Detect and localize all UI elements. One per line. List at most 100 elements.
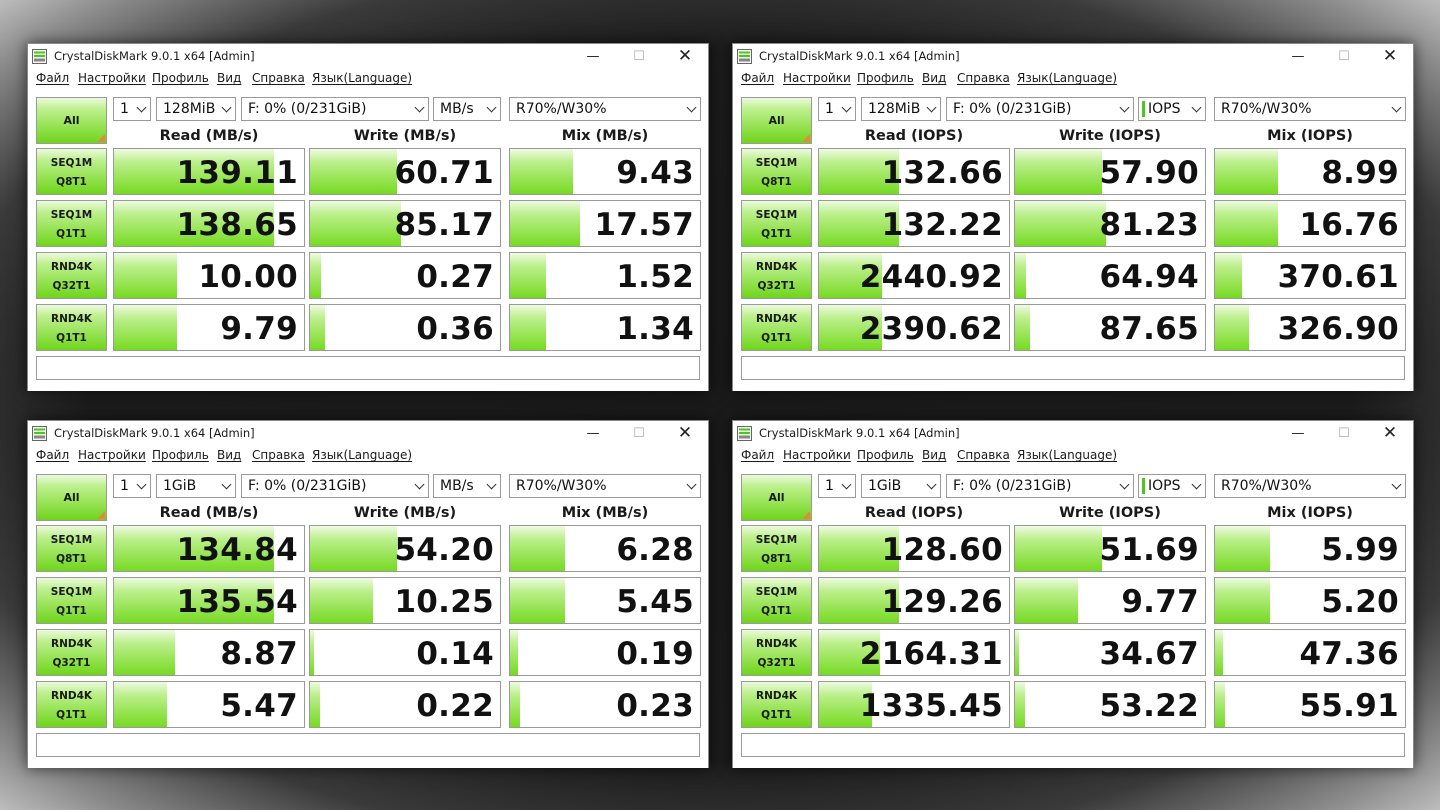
result-value: 1.52: [616, 259, 694, 295]
read-result-cell: 134.84: [113, 525, 305, 572]
minimize-button[interactable]: —: [570, 44, 616, 69]
menu-view[interactable]: Вид: [922, 71, 946, 85]
test-button[interactable]: RND4K Q1T1: [741, 304, 812, 351]
test-button[interactable]: RND4K Q32T1: [741, 252, 812, 299]
title-bar[interactable]: CrystalDiskMark 9.0.1 x64 [Admin] — ☐ ✕: [733, 421, 1413, 446]
test-count-select[interactable]: 1: [113, 97, 151, 121]
mix-ratio-select[interactable]: R70%/W30%: [1214, 97, 1406, 121]
menu-language[interactable]: Язык(Language): [312, 448, 412, 462]
crystaldiskmark-window: CrystalDiskMark 9.0.1 x64 [Admin] — ☐ ✕ Файл…: [27, 43, 709, 391]
test-count-select-value: 1: [825, 478, 834, 494]
menu-profile[interactable]: Профиль: [152, 71, 209, 85]
comment-input[interactable]: [36, 356, 700, 380]
menu-file[interactable]: Файл: [36, 448, 69, 462]
menu-profile[interactable]: Профиль: [857, 71, 914, 85]
menu-file[interactable]: Файл: [36, 71, 69, 85]
read-result-cell: 5.47: [113, 681, 305, 728]
menu-settings[interactable]: Настройки: [78, 71, 146, 85]
unit-select[interactable]: IOPS: [1138, 474, 1206, 498]
menu-view[interactable]: Вид: [217, 448, 241, 462]
drive-select[interactable]: F: 0% (0/231GiB): [241, 474, 429, 498]
menu-file[interactable]: Файл: [741, 71, 774, 85]
test-queue: Q1T1: [56, 332, 87, 344]
test-size-select[interactable]: 1GiB: [156, 474, 236, 498]
mix-ratio-select[interactable]: R70%/W30%: [1214, 474, 1406, 498]
menu-view[interactable]: Вид: [217, 71, 241, 85]
maximize-button[interactable]: ☐: [616, 421, 662, 446]
read-result-cell: 9.79: [113, 304, 305, 351]
maximize-button[interactable]: ☐: [1321, 421, 1367, 446]
menu-help[interactable]: Справка: [957, 71, 1010, 85]
comment-input[interactable]: [741, 356, 1405, 380]
unit-select[interactable]: IOPS: [1138, 97, 1206, 121]
test-count-select[interactable]: 1: [113, 474, 151, 498]
test-button[interactable]: RND4K Q32T1: [36, 629, 107, 676]
test-button[interactable]: SEQ1M Q1T1: [741, 577, 812, 624]
close-button[interactable]: ✕: [1367, 421, 1413, 446]
menu-language[interactable]: Язык(Language): [1017, 71, 1117, 85]
title-bar[interactable]: CrystalDiskMark 9.0.1 x64 [Admin] — ☐ ✕: [28, 44, 708, 69]
menu-help[interactable]: Справка: [252, 71, 305, 85]
menu-settings[interactable]: Настройки: [78, 448, 146, 462]
test-button[interactable]: SEQ1M Q8T1: [741, 148, 812, 195]
chevron-down-icon: [1119, 102, 1130, 113]
unit-select[interactable]: MB/s: [433, 474, 501, 498]
close-button[interactable]: ✕: [662, 44, 708, 69]
menu-view[interactable]: Вид: [922, 448, 946, 462]
test-button[interactable]: SEQ1M Q1T1: [36, 200, 107, 247]
test-button[interactable]: RND4K Q1T1: [741, 681, 812, 728]
all-tests-button[interactable]: All: [741, 474, 812, 521]
minimize-button[interactable]: —: [570, 421, 616, 446]
menu-settings[interactable]: Настройки: [783, 71, 851, 85]
menu-help[interactable]: Справка: [957, 448, 1010, 462]
test-size-select[interactable]: 128MiB: [156, 97, 236, 121]
drive-select[interactable]: F: 0% (0/231GiB): [946, 474, 1134, 498]
unit-select[interactable]: MB/s: [433, 97, 501, 121]
test-count-select[interactable]: 1: [818, 474, 856, 498]
close-button[interactable]: ✕: [662, 421, 708, 446]
minimize-button[interactable]: —: [1275, 421, 1321, 446]
all-tests-button[interactable]: All: [741, 97, 812, 144]
result-value: 0.27: [416, 259, 494, 295]
test-size-select[interactable]: 128MiB: [861, 97, 941, 121]
drive-select[interactable]: F: 0% (0/231GiB): [241, 97, 429, 121]
test-button[interactable]: RND4K Q1T1: [36, 304, 107, 351]
all-tests-button[interactable]: All: [36, 474, 107, 521]
test-button[interactable]: SEQ1M Q8T1: [36, 148, 107, 195]
result-bar: [310, 682, 320, 727]
test-button[interactable]: SEQ1M Q8T1: [36, 525, 107, 572]
title-bar[interactable]: CrystalDiskMark 9.0.1 x64 [Admin] — ☐ ✕: [28, 421, 708, 446]
test-button[interactable]: RND4K Q1T1: [36, 681, 107, 728]
drive-select[interactable]: F: 0% (0/231GiB): [946, 97, 1134, 121]
all-tests-button[interactable]: All: [36, 97, 107, 144]
test-button[interactable]: SEQ1M Q1T1: [741, 200, 812, 247]
test-button[interactable]: SEQ1M Q8T1: [741, 525, 812, 572]
maximize-button[interactable]: ☐: [1321, 44, 1367, 69]
crystaldiskmark-window: CrystalDiskMark 9.0.1 x64 [Admin] — ☐ ✕ Файл…: [732, 43, 1414, 391]
menu-language[interactable]: Язык(Language): [1017, 448, 1117, 462]
menu-profile[interactable]: Профиль: [857, 448, 914, 462]
test-button[interactable]: RND4K Q32T1: [36, 252, 107, 299]
maximize-button[interactable]: ☐: [616, 44, 662, 69]
title-bar[interactable]: CrystalDiskMark 9.0.1 x64 [Admin] — ☐ ✕: [733, 44, 1413, 69]
mix-ratio-select[interactable]: R70%/W30%: [509, 474, 701, 498]
menu-language[interactable]: Язык(Language): [312, 71, 412, 85]
close-button[interactable]: ✕: [1367, 44, 1413, 69]
menu-help[interactable]: Справка: [252, 448, 305, 462]
menu-file[interactable]: Файл: [741, 448, 774, 462]
result-value: 5.99: [1321, 532, 1399, 568]
comment-input[interactable]: [741, 733, 1405, 757]
comment-input[interactable]: [36, 733, 700, 757]
test-button[interactable]: SEQ1M Q1T1: [36, 577, 107, 624]
mix-ratio-select[interactable]: R70%/W30%: [509, 97, 701, 121]
menu-settings[interactable]: Настройки: [783, 448, 851, 462]
test-button[interactable]: RND4K Q32T1: [741, 629, 812, 676]
result-value: 55.91: [1299, 688, 1399, 724]
test-size-select[interactable]: 1GiB: [861, 474, 941, 498]
minimize-button[interactable]: —: [1275, 44, 1321, 69]
test-count-select[interactable]: 1: [818, 97, 856, 121]
menu-profile[interactable]: Профиль: [152, 448, 209, 462]
window-title: CrystalDiskMark 9.0.1 x64 [Admin]: [759, 49, 960, 63]
unit-select-value: IOPS: [1148, 478, 1181, 494]
result-value: 6.28: [616, 532, 694, 568]
